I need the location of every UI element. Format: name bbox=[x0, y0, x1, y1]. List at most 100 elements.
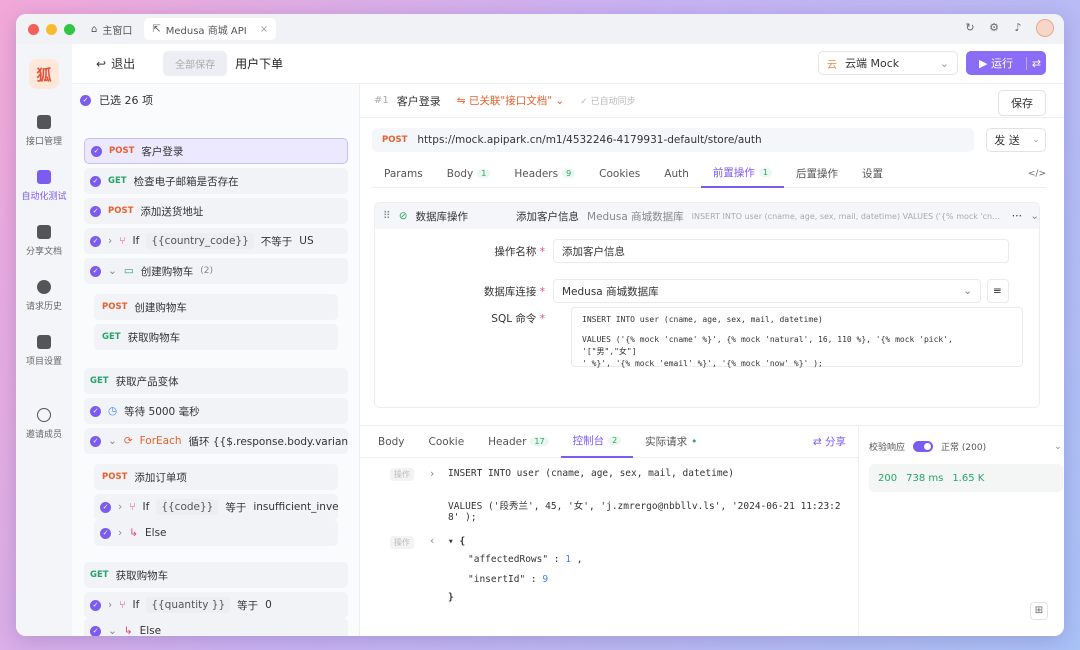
sidebar-item-settings[interactable]: 项目设置 bbox=[16, 323, 72, 378]
chevron-down-icon[interactable]: ⌄ bbox=[108, 625, 117, 636]
environment-select[interactable]: 云 云端 Mock ⌄ bbox=[818, 51, 958, 75]
refresh-icon[interactable]: ↻ bbox=[964, 22, 976, 34]
step-else[interactable]: ✓ › ↳ Else bbox=[94, 520, 338, 546]
sidebar-item-invite[interactable]: 邀请成员 bbox=[16, 396, 72, 451]
more-icon[interactable]: ⋯ bbox=[1012, 210, 1023, 222]
tab-response-header[interactable]: Header 17 bbox=[476, 426, 560, 458]
check-icon[interactable]: ✓ bbox=[80, 94, 91, 106]
save-button[interactable]: 保存 bbox=[998, 90, 1046, 116]
chevron-down-icon[interactable]: ⌄ bbox=[1027, 135, 1045, 145]
sidebar-item-api[interactable]: 接口管理 bbox=[16, 103, 72, 158]
check-icon[interactable]: ✓ bbox=[90, 405, 101, 417]
run-options-icon[interactable]: ⇄ bbox=[1026, 56, 1046, 70]
check-icon[interactable]: ✓ bbox=[90, 599, 101, 611]
tab-response-body[interactable]: Body bbox=[366, 426, 417, 458]
check-icon[interactable]: ✓ bbox=[90, 265, 101, 277]
send-button[interactable]: 发 送 ⌄ bbox=[986, 128, 1046, 152]
step-item[interactable]: ✓ POST 客户登录 bbox=[84, 138, 348, 164]
url-input[interactable]: https://mock.apipark.cn/m1/4532246-41799… bbox=[417, 134, 761, 146]
maximize-window-button[interactable] bbox=[64, 23, 75, 35]
loop-icon: ⟳ bbox=[123, 435, 133, 447]
check-icon[interactable]: ✓ bbox=[90, 435, 101, 447]
sidebar-item-automation[interactable]: 自动化测试 bbox=[16, 158, 72, 213]
check-icon[interactable]: ✓ bbox=[100, 527, 111, 539]
chevron-down-icon[interactable]: ⌄ bbox=[108, 265, 117, 277]
chevron-down-icon: ⌄ bbox=[939, 56, 949, 70]
run-button[interactable]: ▶ 运行 ⇄ bbox=[966, 51, 1046, 75]
check-circle-icon[interactable]: ⊘ bbox=[399, 210, 408, 222]
db-operation-card: ⠿ ⊘ 数据库操作 添加客户信息 Medusa 商城数据库 INSERT INT… bbox=[374, 202, 1040, 408]
step-if[interactable]: ✓ › ⑂ If {{code}} 等于 insufficient_invent… bbox=[94, 494, 338, 520]
check-icon[interactable]: ✓ bbox=[100, 501, 111, 513]
chevron-down-icon[interactable]: ⌄ bbox=[1054, 442, 1062, 452]
step-foreach[interactable]: ✓ ⌄ ⟳ ForEach 循环 {{$.response.body.varia… bbox=[84, 428, 348, 454]
linked-doc-dropdown[interactable]: ⇋ 已关联"接口文档" ⌄ bbox=[457, 93, 564, 108]
sql-editor[interactable]: INSERT INTO user (cname, age, sex, mail,… bbox=[571, 307, 1023, 368]
menu-icon[interactable]: ≡ bbox=[987, 279, 1009, 303]
check-icon[interactable]: ✓ bbox=[90, 205, 101, 217]
step-item[interactable]: POST 创建购物车 bbox=[94, 294, 338, 320]
close-tab-icon[interactable]: × bbox=[260, 24, 268, 35]
bell-icon[interactable]: ♪ bbox=[1012, 22, 1024, 34]
minimize-window-button[interactable] bbox=[46, 23, 57, 35]
chevron-right-icon[interactable]: › bbox=[430, 467, 434, 480]
layout-icon[interactable]: ⊞ bbox=[1030, 602, 1048, 620]
check-icon[interactable]: ✓ bbox=[90, 175, 101, 187]
back-button[interactable]: ↩ 退出 bbox=[96, 55, 135, 72]
tab-post-actions[interactable]: 后置操作 bbox=[784, 160, 850, 188]
step-else[interactable]: ✓ ⌄ ↳ Else bbox=[84, 618, 348, 636]
chevron-down-icon[interactable]: ‹ bbox=[430, 534, 434, 547]
step-item[interactable]: GET 获取购物车 bbox=[94, 324, 338, 350]
tab-body[interactable]: Body 1 bbox=[435, 160, 503, 188]
step-item[interactable]: ✓ GET 检查电子邮箱是否存在 bbox=[84, 168, 348, 194]
chevron-right-icon[interactable]: › bbox=[108, 235, 112, 247]
validate-toggle[interactable] bbox=[913, 441, 934, 452]
select-all-row[interactable]: ✓ 已选 26 项 bbox=[72, 84, 359, 116]
check-icon[interactable]: ✓ bbox=[90, 235, 101, 247]
tab-headers[interactable]: Headers 9 bbox=[502, 160, 587, 188]
response-panel: Body Cookie Header 17 控制台 2 实际请求 • ⇄ 分享 操作 … bbox=[360, 425, 858, 636]
tab-auth[interactable]: Auth bbox=[652, 160, 701, 188]
save-all-button[interactable]: 全部保存 bbox=[163, 51, 228, 76]
gear-icon[interactable]: ⚙ bbox=[988, 22, 1000, 34]
op-name-input[interactable]: 添加客户信息 bbox=[553, 239, 1009, 263]
step-item[interactable]: GET 获取产品变体 bbox=[84, 368, 348, 394]
chevron-down-icon[interactable]: ⌄ bbox=[108, 435, 117, 447]
step-item[interactable]: POST 添加订单项 bbox=[94, 464, 338, 490]
sidebar: 狐 接口管理 自动化测试 分享文档 请求历史 项目设置 邀请成员 bbox=[16, 44, 72, 636]
tab-params[interactable]: Params bbox=[372, 160, 435, 188]
tab-main-window[interactable]: ⌂ 主窗口 bbox=[83, 18, 140, 40]
sidebar-item-history[interactable]: 请求历史 bbox=[16, 268, 72, 323]
db-connection-select[interactable]: Medusa 商城数据库 ⌄ bbox=[553, 279, 981, 303]
step-item[interactable]: GET 获取购物车 bbox=[84, 562, 348, 588]
tab-actual-request[interactable]: 实际请求 • bbox=[633, 426, 709, 458]
code-icon[interactable]: </> bbox=[1028, 169, 1046, 179]
step-item[interactable]: ✓ POST 添加送货地址 bbox=[84, 198, 348, 224]
tab-project[interactable]: ⇱ Medusa 商城 API × bbox=[144, 18, 277, 40]
check-icon[interactable]: ✓ bbox=[90, 625, 101, 636]
check-icon[interactable]: ✓ bbox=[91, 145, 102, 157]
tab-console[interactable]: 控制台 2 bbox=[560, 426, 634, 458]
tab-pre-actions[interactable]: 前置操作 1 bbox=[700, 160, 784, 188]
chevron-right-icon[interactable]: › bbox=[118, 527, 122, 539]
drag-handle-icon[interactable]: ⠿ bbox=[383, 210, 391, 222]
document-icon bbox=[37, 224, 51, 239]
step-wait[interactable]: ✓ ◷ 等待 5000 毫秒 bbox=[84, 398, 348, 424]
url-bar[interactable]: POST https://mock.apipark.cn/m1/4532246-… bbox=[372, 128, 974, 152]
tab-cookies[interactable]: Cookies bbox=[587, 160, 652, 188]
close-window-button[interactable] bbox=[28, 23, 39, 35]
chevron-right-icon[interactable]: › bbox=[108, 599, 112, 611]
chevron-down-icon: ⌄ bbox=[963, 285, 972, 297]
step-group[interactable]: ✓ ⌄ ▭ 创建购物车 (2) bbox=[84, 258, 348, 284]
tab-response-cookie[interactable]: Cookie bbox=[417, 426, 477, 458]
tab-settings[interactable]: 设置 bbox=[850, 160, 895, 188]
db-operation-header[interactable]: ⠿ ⊘ 数据库操作 添加客户信息 Medusa 商城数据库 INSERT INT… bbox=[375, 203, 1039, 229]
chevron-right-icon[interactable]: › bbox=[118, 501, 122, 513]
step-if[interactable]: ✓ › ⑂ If {{country_code}} 不等于 US bbox=[84, 228, 348, 254]
step-if[interactable]: ✓ › ⑂ If {{quantity }} 等于 0 bbox=[84, 592, 348, 618]
chevron-down-icon[interactable]: ⌄ bbox=[1030, 210, 1039, 222]
avatar[interactable] bbox=[1036, 19, 1054, 37]
sidebar-item-docs[interactable]: 分享文档 bbox=[16, 213, 72, 268]
share-button[interactable]: ⇄ 分享 bbox=[813, 434, 846, 449]
field-sql: SQL 命令 * bbox=[491, 313, 545, 325]
